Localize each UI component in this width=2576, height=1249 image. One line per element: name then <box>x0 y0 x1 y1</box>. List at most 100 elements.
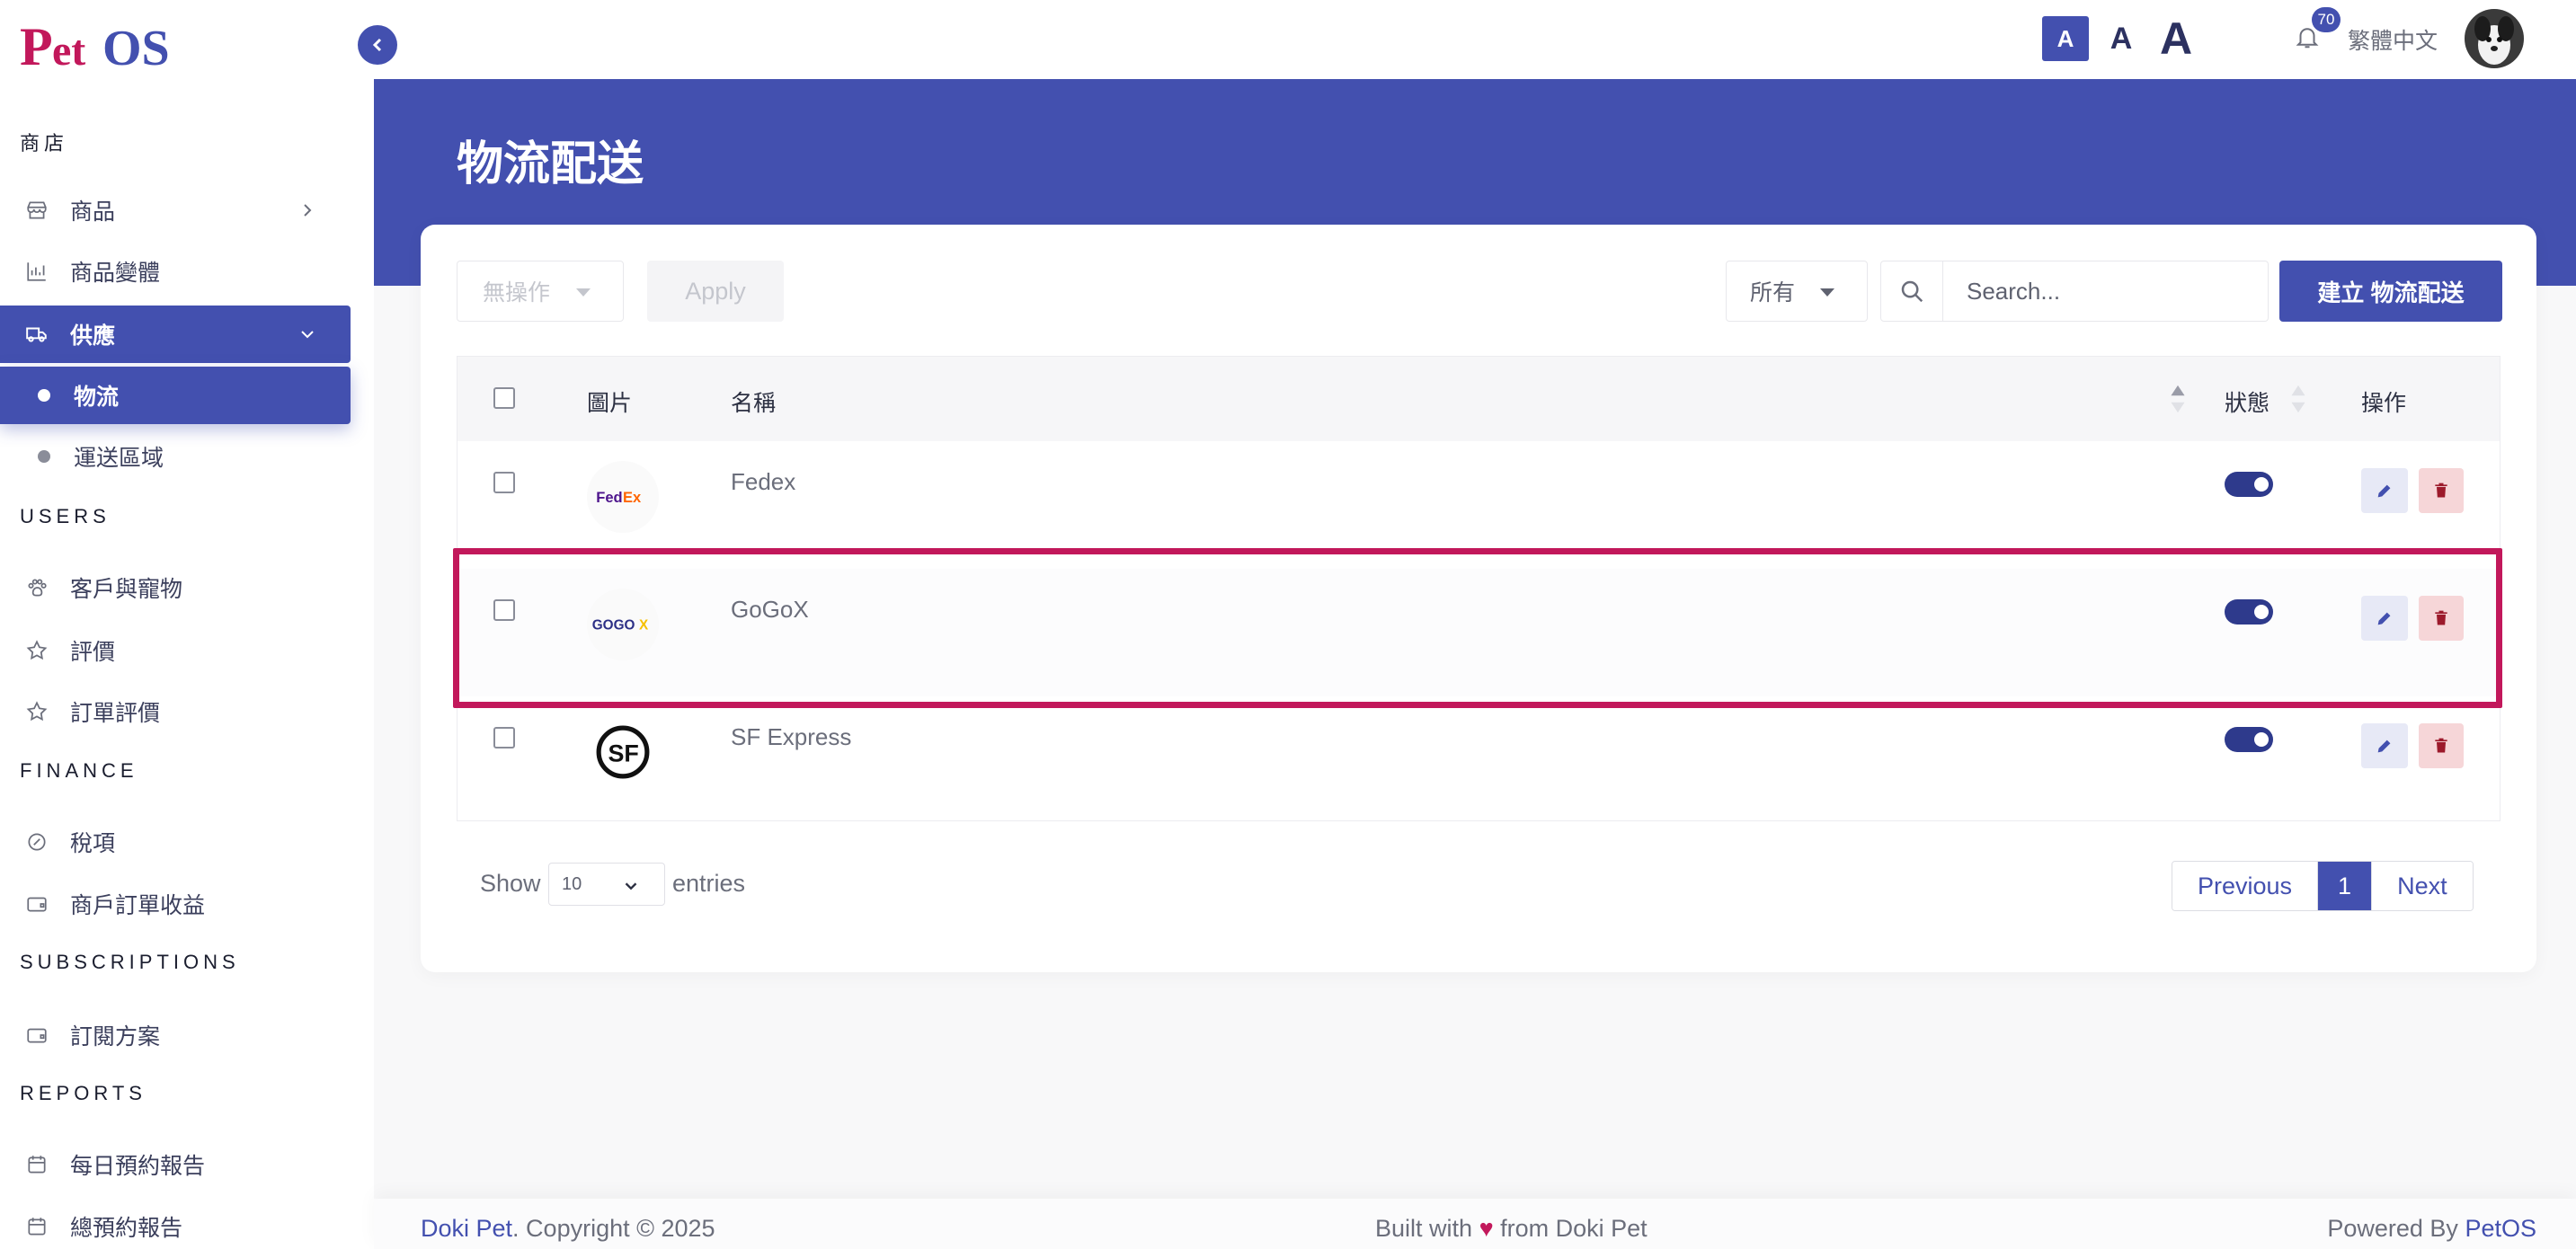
copyright-text: . Copyright © 2025 <box>512 1215 715 1242</box>
column-header-name[interactable]: 名稱 <box>731 385 776 418</box>
column-header-status[interactable]: 狀態 <box>2225 385 2270 418</box>
notification-badge: 70 <box>2312 7 2341 32</box>
topbar <box>374 0 2576 79</box>
sidebar-item-subscription-plans[interactable]: 訂閱方案 <box>0 1006 351 1064</box>
sidebar-item-label: 商品變體 <box>70 261 161 286</box>
chevron-right-icon <box>304 204 312 217</box>
sort-icon[interactable] <box>2289 384 2307 414</box>
section-title-finance: FINANCE <box>20 759 138 782</box>
next-page-button[interactable]: Next <box>2372 862 2473 910</box>
search-input[interactable] <box>1943 261 2268 321</box>
sidebar-item-shipping-zones[interactable]: 運送區域 <box>0 428 351 485</box>
show-label: Show <box>480 870 541 897</box>
sidebar-item-logistics[interactable]: 物流 <box>0 367 351 424</box>
apply-button[interactable]: Apply <box>647 261 784 322</box>
sidebar-item-supply[interactable]: 供應 <box>0 306 351 363</box>
font-size-large-button[interactable]: A <box>2148 13 2204 64</box>
sidebar-item-merchant-revenue[interactable]: 商戶訂單收益 <box>0 875 351 933</box>
sidebar-item-customers-pets[interactable]: 客戶與寵物 <box>0 559 351 616</box>
row-name: SF Express <box>731 723 852 750</box>
sidebar-item-label: 商品 <box>70 199 116 225</box>
pencil-icon <box>2377 740 2391 753</box>
footer-copyright: Doki Pet. Copyright © 2025 <box>421 1215 715 1243</box>
footer: Doki Pet. Copyright © 2025 Built with ♥ … <box>374 1199 2576 1249</box>
calendar-icon <box>23 1151 50 1178</box>
app-logo[interactable]: P et OS <box>20 16 191 79</box>
status-filter-select[interactable]: 所有 <box>1726 261 1868 322</box>
select-all-checkbox[interactable] <box>493 387 515 409</box>
wallet-icon <box>23 890 50 917</box>
previous-page-button[interactable]: Previous <box>2172 862 2319 910</box>
sort-icon[interactable] <box>2169 384 2187 414</box>
bullet-icon <box>38 450 50 463</box>
svg-text:et: et <box>52 27 85 75</box>
sidebar-item-order-reviews[interactable]: 訂單評價 <box>0 683 351 740</box>
page-1-button[interactable]: 1 <box>2318 862 2373 910</box>
sidebar-item-label: 評價 <box>70 640 116 665</box>
status-toggle[interactable] <box>2225 727 2273 752</box>
sidebar-item-products[interactable]: 商品 <box>0 182 351 239</box>
search-icon[interactable] <box>1881 261 1943 321</box>
column-header-image: 圖片 <box>587 391 633 416</box>
entries-label: entries <box>672 870 746 897</box>
page-title: 物流配送 <box>457 138 644 190</box>
variants-icon <box>23 258 50 285</box>
built-prefix: Built with <box>1375 1215 1473 1242</box>
language-switcher[interactable]: 繁體中文 <box>2348 23 2438 56</box>
sidebar-item-label: 商戶訂單收益 <box>70 893 206 918</box>
sidebar-item-label: 運送區域 <box>74 446 164 471</box>
sidebar-collapse-button[interactable] <box>358 25 397 65</box>
sf-express-logo: SF <box>587 716 659 788</box>
row-highlight-box <box>453 548 2502 708</box>
powered-brand-link[interactable]: PetOS <box>2465 1215 2536 1242</box>
tax-icon <box>23 828 50 855</box>
section-title-subscriptions: SUBSCRIPTIONS <box>20 951 240 973</box>
search-box <box>1880 261 2269 322</box>
pencil-icon <box>2377 484 2391 498</box>
sidebar-item-label: 訂閱方案 <box>70 1024 161 1050</box>
sidebar-item-daily-booking-report[interactable]: 每日預約報告 <box>0 1136 351 1193</box>
row-checkbox[interactable] <box>493 472 515 493</box>
powered-prefix: Powered By <box>2327 1215 2458 1242</box>
bulk-action-select[interactable]: 無操作 <box>457 261 624 322</box>
svg-text:Fed: Fed <box>596 490 622 506</box>
heart-icon: ♥ <box>1479 1215 1494 1242</box>
calendar-icon <box>23 1213 50 1240</box>
bullet-icon <box>38 389 50 402</box>
status-toggle[interactable] <box>2225 472 2273 497</box>
trash-icon <box>2435 738 2447 753</box>
delete-button[interactable] <box>2419 468 2464 513</box>
chevron-down-icon <box>301 331 314 339</box>
font-size-small-button[interactable]: A <box>2042 16 2089 61</box>
sidebar-item-label: 每日預約報告 <box>70 1154 206 1179</box>
built-suffix: from Doki Pet <box>1500 1215 1648 1242</box>
page-length-select[interactable]: 10 <box>548 863 665 906</box>
caret-down-icon <box>1820 288 1834 297</box>
chevron-left-icon <box>372 38 382 52</box>
sidebar-item-label: 總預約報告 <box>70 1216 183 1241</box>
sidebar-item-variants[interactable]: 商品變體 <box>0 243 351 300</box>
edit-button[interactable] <box>2361 468 2408 513</box>
store-icon <box>23 197 50 224</box>
section-title-reports: REPORTS <box>20 1082 147 1104</box>
sidebar-item-reviews[interactable]: 評價 <box>0 622 351 679</box>
row-checkbox[interactable] <box>493 727 515 749</box>
svg-text:Ex: Ex <box>623 490 642 506</box>
paw-icon <box>23 574 50 601</box>
section-title-users: USERS <box>20 505 111 527</box>
sidebar-item-total-booking-report[interactable]: 總預約報告 <box>0 1198 351 1249</box>
font-size-medium-button[interactable]: A <box>2098 16 2145 61</box>
delete-button[interactable] <box>2419 723 2464 768</box>
sidebar-item-tax[interactable]: 稅項 <box>0 813 351 871</box>
avatar[interactable] <box>2465 9 2524 68</box>
edit-button[interactable] <box>2361 723 2408 768</box>
sidebar-item-label: 稅項 <box>70 831 116 856</box>
bulk-action-value: 無操作 <box>483 280 551 306</box>
create-logistics-button[interactable]: 建立 物流配送 <box>2279 261 2502 322</box>
svg-text:SF: SF <box>608 740 638 766</box>
footer-powered-by: Powered By PetOS <box>2327 1215 2536 1243</box>
dog-avatar-icon <box>2465 9 2524 68</box>
star-icon <box>23 637 50 664</box>
star-icon <box>23 698 50 725</box>
company-link[interactable]: Doki Pet <box>421 1215 512 1242</box>
